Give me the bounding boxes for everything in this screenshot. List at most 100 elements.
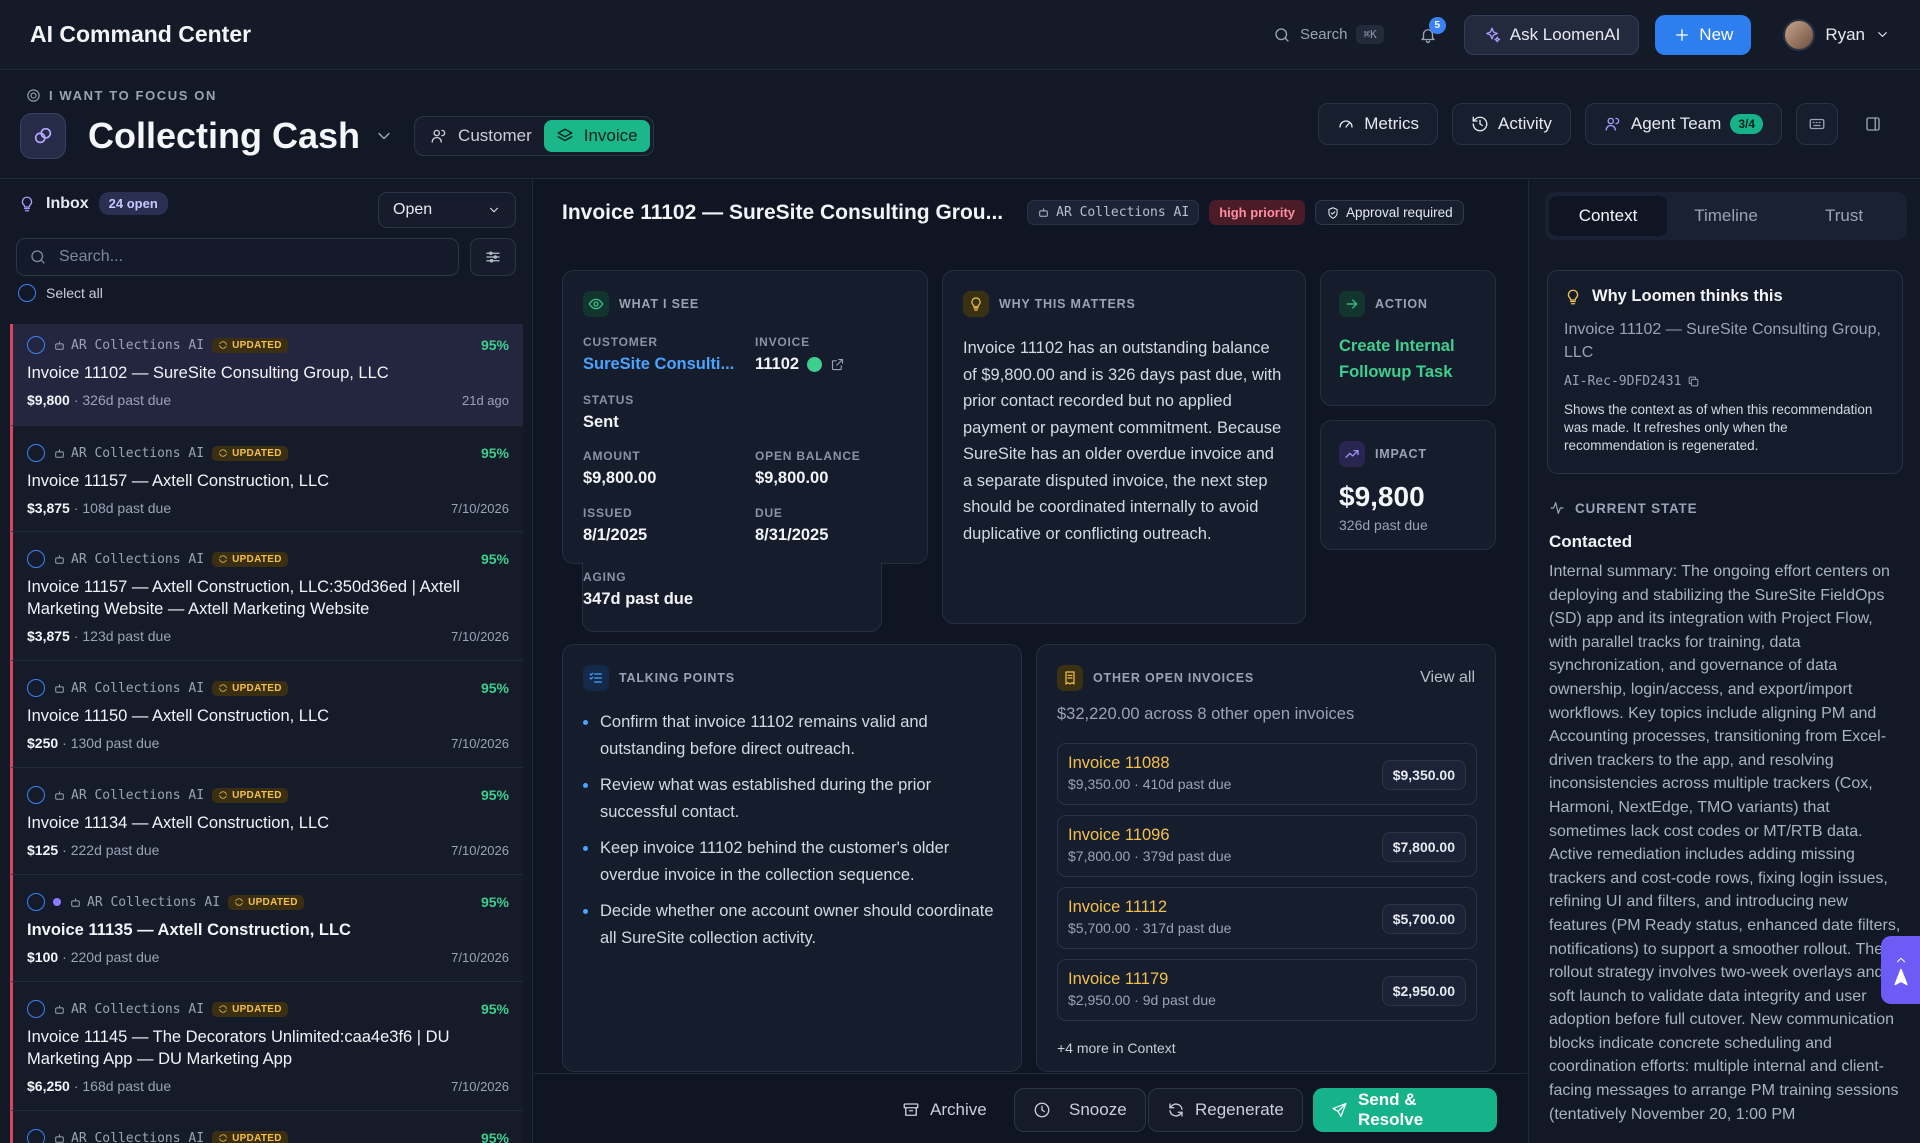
item-due: · 108d past due: [73, 500, 172, 516]
item-checkbox[interactable]: [27, 444, 45, 462]
item-due: · 220d past due: [62, 949, 160, 965]
archive-icon: [903, 1103, 919, 1116]
inbox-filter-button[interactable]: [470, 238, 516, 276]
item-checkbox[interactable]: [27, 679, 45, 697]
bot-icon: [55, 790, 64, 800]
user-menu[interactable]: Ryan: [1783, 18, 1890, 51]
layers-icon: [557, 128, 573, 142]
regenerate-button[interactable]: Regenerate: [1148, 1088, 1303, 1132]
keyboard-button[interactable]: [1796, 103, 1838, 145]
ask-loomenai-button[interactable]: Ask LoomenAI: [1463, 14, 1640, 55]
toggle-panel-button[interactable]: [1852, 103, 1894, 145]
agent-team-button[interactable]: Agent Team 3/4: [1584, 103, 1782, 145]
due-field: DUE 8/31/2025: [755, 506, 828, 545]
other-invoice-row[interactable]: Invoice 11179 $2,950.00 · 9d past due $2,9…: [1057, 959, 1477, 1021]
select-all-checkbox[interactable]: [18, 284, 36, 302]
more-in-context-link[interactable]: +4 more in Context: [1057, 1040, 1176, 1056]
list-item[interactable]: AR Collections AI UPDATED 95% Invoice 11…: [10, 661, 523, 768]
create-followup-link[interactable]: Create Internal Followup Task: [1339, 333, 1477, 385]
select-all[interactable]: Select all: [18, 284, 103, 302]
list-item[interactable]: AR Collections AI UPDATED 95%: [10, 1111, 523, 1143]
search-icon: [1275, 27, 1289, 42]
target-icon: [27, 89, 40, 102]
tab-timeline[interactable]: Timeline: [1667, 196, 1785, 236]
user-name: Ryan: [1825, 24, 1865, 44]
impact-value: $9,800: [1339, 481, 1425, 512]
issued-label: ISSUED: [583, 506, 633, 520]
updated-badge: UPDATED: [212, 680, 288, 696]
item-checkbox[interactable]: [27, 786, 45, 804]
item-title: Invoice 11145 — The Decorators Unlimited…: [27, 1028, 450, 1068]
copy-icon[interactable]: [1687, 375, 1700, 388]
global-search-button[interactable]: Search ⌘K: [1265, 19, 1392, 50]
notifications-button[interactable]: 5: [1408, 15, 1448, 55]
toggle-customer[interactable]: Customer: [418, 120, 544, 152]
talking-points-header: TALKING POINTS: [583, 665, 1001, 691]
list-item[interactable]: AR Collections AI UPDATED 95% Invoice 11…: [10, 768, 523, 875]
why-loomen-title: Why Loomen thinks this: [1592, 287, 1783, 305]
bot-icon: [71, 897, 80, 907]
updated-badge: UPDATED: [212, 1001, 288, 1017]
detail-title: Invoice 11102 — SureSite Consulting Grou…: [562, 200, 1004, 224]
action-header: ACTION: [1339, 291, 1477, 317]
other-invoice-row[interactable]: Invoice 11112 $5,700.00 · 317d past due $5…: [1057, 887, 1477, 949]
customer-link[interactable]: SureSite Consulti...: [583, 355, 734, 374]
refresh-icon: [219, 791, 227, 799]
issued-value: 8/1/2025: [583, 526, 648, 544]
other-invoice-amount: $5,700.00: [1381, 904, 1466, 934]
item-amount: $3,875: [27, 628, 70, 644]
item-agent: AR Collections AI: [69, 895, 220, 910]
updated-text: UPDATED: [232, 1132, 282, 1143]
new-button[interactable]: New: [1655, 14, 1752, 55]
clock-icon: [1034, 1102, 1050, 1118]
chevron-down-icon: [489, 207, 499, 213]
item-checkbox[interactable]: [27, 893, 45, 911]
sparkle-icon: [1485, 27, 1500, 42]
current-state-title: CURRENT STATE: [1575, 500, 1698, 516]
focus-dropdown-chevron-icon[interactable]: [374, 126, 394, 146]
item-checkbox[interactable]: [27, 1129, 45, 1143]
users-icon: [431, 129, 446, 143]
item-footer: $125 · 222d past due 7/10/2026: [27, 842, 509, 858]
tab-trust[interactable]: Trust: [1785, 196, 1903, 236]
item-amount: $100: [27, 949, 59, 965]
assistant-launcher-button[interactable]: [1881, 936, 1920, 1004]
metrics-button[interactable]: Metrics: [1318, 103, 1439, 145]
what-i-see-card: WHAT I SEE CUSTOMER SureSite Consulti... …: [562, 270, 928, 564]
why-matters-card: WHY THIS MATTERS Invoice 11102 has an ou…: [942, 270, 1306, 624]
list-item[interactable]: AR Collections AI UPDATED 95% Invoice 11…: [10, 875, 523, 982]
snooze-button[interactable]: Snooze: [1014, 1088, 1146, 1132]
item-amount: $6,250: [27, 1078, 70, 1094]
receipt-icon: [1057, 665, 1083, 691]
activity-button[interactable]: Activity: [1452, 103, 1571, 145]
other-invoice-row[interactable]: Invoice 11088 $9,350.00 · 410d past due $9…: [1057, 743, 1477, 805]
external-link-icon[interactable]: [830, 357, 845, 372]
item-checkbox[interactable]: [27, 1000, 45, 1018]
approval-badge: Approval required: [1315, 200, 1464, 225]
bot-icon: [55, 340, 64, 350]
updated-text: UPDATED: [248, 896, 298, 908]
list-item[interactable]: AR Collections AI UPDATED 95% Invoice 11…: [10, 532, 523, 661]
sliders-icon: [486, 251, 500, 263]
navigation-icon: [1893, 968, 1908, 986]
list-item[interactable]: AR Collections AI UPDATED 95% Invoice 11…: [10, 324, 523, 426]
inbox-status-select[interactable]: Open: [378, 192, 516, 228]
list-item[interactable]: AR Collections AI UPDATED 95% Invoice 11…: [10, 982, 523, 1111]
archive-button[interactable]: Archive: [884, 1088, 1005, 1132]
other-invoice-row[interactable]: Invoice 11096 $7,800.00 · 379d past due $7…: [1057, 815, 1477, 877]
refresh-icon: [219, 1005, 227, 1013]
why-matters-header: WHY THIS MATTERS: [963, 291, 1285, 317]
item-checkbox[interactable]: [27, 336, 45, 354]
item-checkbox[interactable]: [27, 550, 45, 568]
toggle-invoice[interactable]: Invoice: [543, 120, 650, 152]
list-item[interactable]: AR Collections AI UPDATED 95% Invoice 11…: [10, 426, 523, 532]
item-agent-name: AR Collections AI: [71, 1001, 205, 1017]
why-loomen-note: Shows the context as of when this recomm…: [1564, 402, 1873, 453]
action-title: ACTION: [1375, 297, 1428, 311]
tab-context[interactable]: Context: [1549, 196, 1667, 236]
inbox-search-input[interactable]: [59, 248, 439, 266]
send-resolve-button[interactable]: Send & Resolve: [1313, 1088, 1497, 1132]
chevron-down-icon: [1878, 32, 1887, 37]
activity-label: Activity: [1498, 114, 1552, 133]
view-all-link[interactable]: View all: [1420, 669, 1475, 687]
